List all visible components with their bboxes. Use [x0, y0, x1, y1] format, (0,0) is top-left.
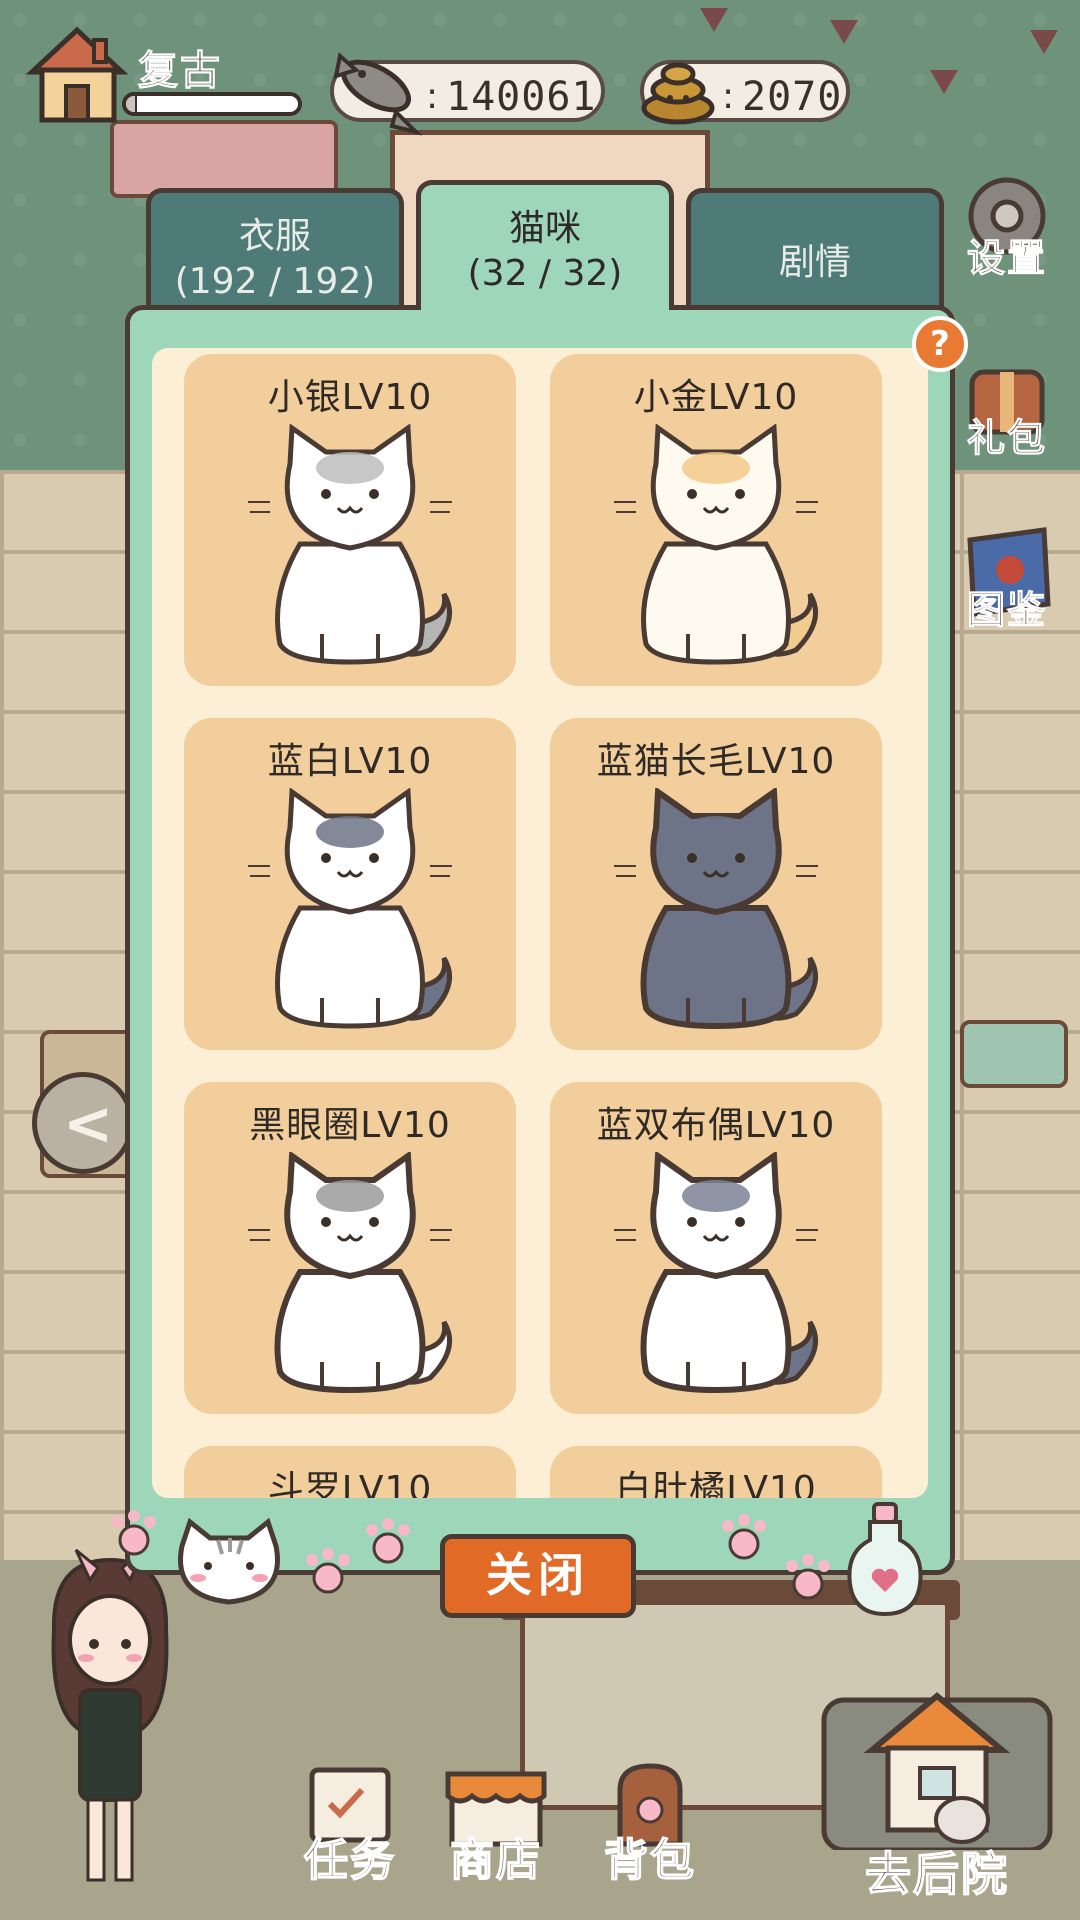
cat-name: 蓝猫长毛LV10 — [596, 741, 836, 782]
shop-label: 商店 — [449, 1834, 542, 1887]
thread-shelf — [110, 120, 338, 198]
cat-illustration — [614, 788, 819, 1030]
tab-label: 衣服 — [238, 216, 311, 257]
settings-button[interactable]: 设置 — [952, 168, 1062, 281]
cat-name: 小金LV10 — [633, 377, 799, 418]
cat-name: 蓝双布偶LV10 — [596, 1105, 836, 1146]
background-furniture — [960, 1020, 1068, 1088]
tab-count: (32 / 32) — [467, 253, 623, 294]
tab-story[interactable]: 剧情 — [686, 188, 944, 308]
poop-count: 2070 — [742, 74, 843, 120]
cat-name: 黑眼圈LV10 — [249, 1105, 451, 1146]
cat-card[interactable]: 白肚橘LV10 — [550, 1446, 882, 1498]
go-backyard-button[interactable]: 去后院 — [812, 1670, 1062, 1902]
paw-print-decoration — [360, 1516, 416, 1572]
fish-count: 140061 — [446, 74, 597, 120]
close-button[interactable]: 关闭 — [440, 1534, 636, 1618]
bunting-flag — [1030, 30, 1058, 54]
cat-name: 白肚橘LV10 — [615, 1469, 817, 1498]
fish-icon — [326, 40, 423, 140]
tasks-label: 任务 — [303, 1834, 396, 1887]
help-button[interactable]: ? — [912, 316, 968, 372]
backyard-label: 去后院 — [864, 1846, 1009, 1902]
previous-page-button[interactable]: < — [32, 1072, 134, 1174]
fish-colon: : — [426, 76, 439, 117]
poop-icon — [636, 46, 720, 130]
cat-illustration — [248, 1152, 453, 1394]
tab-label: 猫咪 — [508, 208, 581, 249]
cat-illustration — [614, 424, 819, 665]
gallery-button[interactable]: 图鉴 — [952, 520, 1062, 633]
cat-card[interactable]: 小金LV10 — [550, 354, 882, 686]
gift-pack-button[interactable]: 礼包 — [952, 348, 1062, 461]
bunting-flag — [700, 8, 728, 32]
cat-illustration — [248, 424, 453, 665]
tailor-girl-character — [30, 1540, 190, 1900]
tasks-button[interactable]: 任务 — [290, 1760, 410, 1887]
cat-collection-panel: 小银LV10 小金LV10 蓝白LV10 蓝猫长毛LV10 黑眼圈LV10 蓝双布偶LV1… — [125, 305, 955, 1575]
tab-label: 剧情 — [778, 242, 851, 283]
cat-card[interactable]: 蓝双布偶LV10 — [550, 1082, 882, 1414]
cat-card[interactable]: 黑眼圈LV10 — [184, 1082, 516, 1414]
cat-card[interactable]: 小银LV10 — [184, 354, 516, 686]
paw-print-decoration — [780, 1552, 836, 1608]
bunting-flag — [830, 20, 858, 44]
cat-face-decoration — [168, 1516, 290, 1612]
tab-count: (192 / 192) — [174, 261, 376, 302]
bunting-flag — [930, 70, 958, 94]
bag-label: 背包 — [603, 1834, 696, 1887]
paw-print-decoration — [106, 1508, 162, 1564]
love-potion-bottle-icon — [840, 1500, 930, 1620]
chevron-left-icon: < — [63, 1089, 114, 1159]
xp-bar — [122, 92, 302, 116]
settings-label: 设置 — [966, 236, 1047, 281]
tab-clothes[interactable]: 衣服 (192 / 192) — [146, 188, 404, 308]
xp-bar-fill — [126, 96, 137, 112]
gallery-label: 图鉴 — [966, 588, 1047, 633]
paw-print-decoration — [300, 1546, 356, 1602]
poop-colon: : — [722, 76, 735, 117]
cat-card[interactable]: 蓝白LV10 — [184, 718, 516, 1050]
cat-name: 蓝白LV10 — [267, 741, 433, 782]
player-name: 复古 — [138, 48, 222, 95]
tab-cats[interactable]: 猫咪 (32 / 32) — [416, 180, 674, 310]
backyard-house-icon — [821, 1692, 1053, 1853]
cat-illustration — [614, 1152, 819, 1394]
bag-button[interactable]: 背包 — [590, 1760, 710, 1887]
cat-card[interactable]: 斗罗LV10 — [184, 1446, 516, 1498]
cat-illustration — [248, 788, 453, 1029]
cat-name: 小银LV10 — [267, 377, 433, 418]
gift-label: 礼包 — [966, 416, 1047, 461]
cat-name: 斗罗LV10 — [267, 1469, 433, 1498]
shop-button[interactable]: 商店 — [436, 1760, 556, 1887]
cat-list-scroll[interactable]: 小银LV10 小金LV10 蓝白LV10 蓝猫长毛LV10 黑眼圈LV10 蓝双布偶LV1… — [152, 348, 928, 1498]
cat-card[interactable]: 蓝猫长毛LV10 — [550, 718, 882, 1050]
paw-print-decoration — [716, 1512, 772, 1568]
